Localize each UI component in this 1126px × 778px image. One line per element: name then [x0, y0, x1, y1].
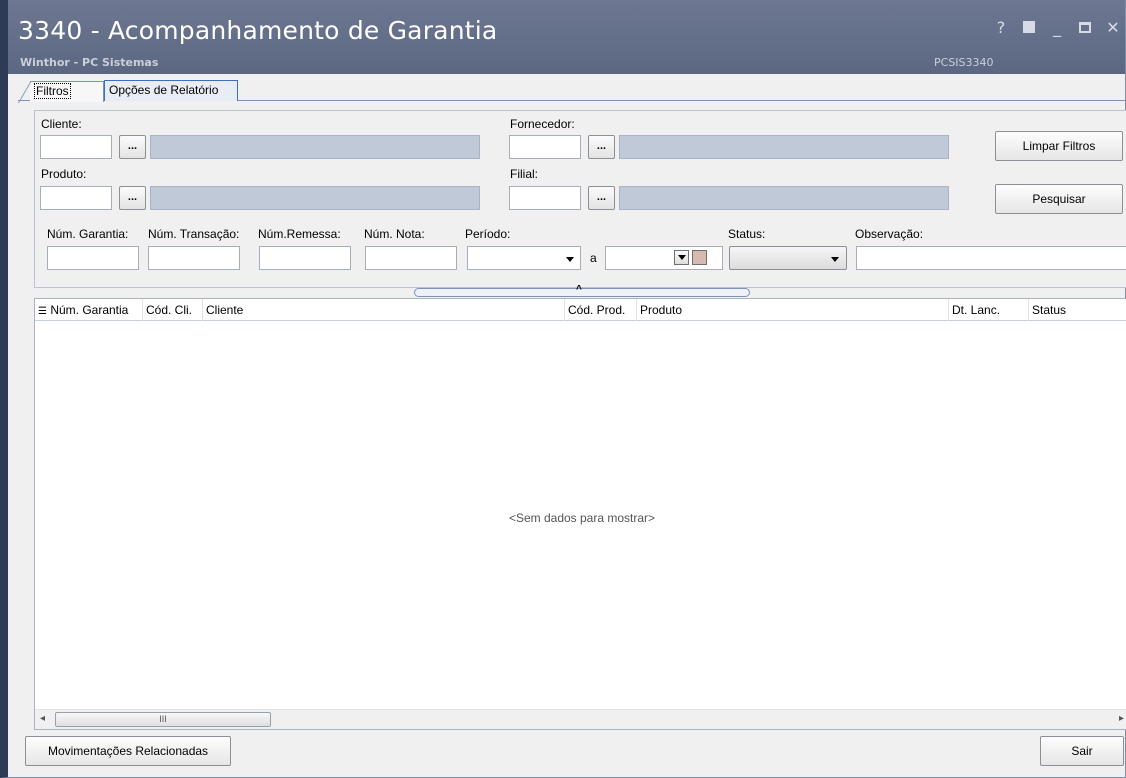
restore-icon — [1023, 21, 1035, 33]
filial-label: Filial: — [510, 167, 539, 181]
filters-panel: Cliente: ... Fornecedor: ... Limpar Filt… — [34, 110, 1126, 288]
filial-code-input[interactable] — [509, 186, 581, 210]
col-header-status[interactable]: Status — [1029, 299, 1126, 321]
cliente-label: Cliente: — [41, 117, 82, 131]
window-title: 3340 - Acompanhamento de Garantia — [18, 16, 498, 45]
scroll-right-icon[interactable]: ▸ — [1119, 713, 1124, 724]
limpar-filtros-button[interactable]: Limpar Filtros — [995, 131, 1123, 161]
help-button[interactable]: ? — [993, 20, 1009, 36]
routine-code: PCSIS3340 — [934, 56, 994, 69]
sair-button[interactable]: Sair — [1040, 736, 1124, 766]
num-garantia-label: Núm. Garantia: — [47, 227, 129, 241]
produto-search-button[interactable]: ... — [119, 186, 146, 210]
horizontal-scrollbar[interactable]: ◂ III ▸ — [35, 709, 1126, 729]
fornecedor-code-input[interactable] — [509, 135, 581, 159]
close-button[interactable]: ✕ — [1105, 20, 1121, 36]
status-label: Status: — [728, 227, 766, 241]
col-header-cod-prod[interactable]: Cód. Prod. — [565, 299, 637, 321]
minimize-button[interactable]: _ — [1049, 20, 1065, 36]
title-bar[interactable]: 3340 - Acompanhamento de Garantia Wintho… — [8, 0, 1125, 74]
scroll-left-icon[interactable]: ◂ — [40, 713, 45, 724]
status-dropdown-icon — [831, 257, 839, 262]
col-header-cliente[interactable]: Cliente — [203, 299, 565, 321]
periodo-inicio-dropdown-icon[interactable] — [566, 257, 574, 262]
cliente-name-field — [150, 135, 480, 159]
col-header-dt-lanc[interactable]: Dt. Lanc. — [949, 299, 1029, 321]
num-nota-input[interactable] — [365, 246, 457, 270]
cliente-code-input[interactable] — [40, 135, 112, 159]
num-transacao-input[interactable] — [148, 246, 240, 270]
pesquisar-button[interactable]: Pesquisar — [995, 184, 1123, 214]
empty-grid-message: <Sem dados para mostrar> — [508, 511, 656, 525]
tab-strip: Filtros Opções de Relatório — [18, 79, 1126, 102]
window-controls: ? _ ✕ — [993, 20, 1121, 36]
cliente-search-button[interactable]: ... — [119, 135, 146, 159]
num-garantia-input[interactable] — [47, 246, 139, 270]
filial-search-button[interactable]: ... — [588, 186, 615, 210]
calendar-icon[interactable] — [692, 250, 707, 265]
fornecedor-search-button[interactable]: ... — [588, 135, 615, 159]
filial-name-field — [619, 186, 949, 210]
fornecedor-name-field — [619, 135, 949, 159]
maximize-button[interactable] — [1077, 20, 1093, 36]
produto-code-input[interactable] — [40, 186, 112, 210]
col-header-cod-cli[interactable]: Cód. Cli. — [143, 299, 203, 321]
status-select[interactable] — [729, 246, 847, 270]
panel-splitter[interactable]: ^ — [414, 284, 750, 297]
tab-filtros[interactable]: Filtros — [30, 81, 104, 102]
observacao-label: Observação: — [855, 227, 924, 241]
chevron-down-icon — [678, 255, 686, 260]
num-nota-label: Núm. Nota: — [364, 227, 425, 241]
periodo-label: Período: — [465, 227, 511, 241]
grid-header: ☰ Núm. Garantia Cód. Cli. Cliente Cód. P… — [35, 299, 1126, 321]
num-remessa-input[interactable] — [259, 246, 351, 270]
periodo-fim-dropdown-button[interactable] — [674, 250, 689, 265]
collapse-caret-icon[interactable]: ^ — [576, 284, 582, 295]
restore-button[interactable] — [1021, 20, 1037, 36]
num-remessa-label: Núm.Remessa: — [258, 227, 341, 241]
results-grid[interactable]: ☰ Núm. Garantia Cód. Cli. Cliente Cód. P… — [34, 298, 1126, 730]
produto-label: Produto: — [41, 167, 87, 181]
periodo-inicio-date[interactable] — [467, 246, 581, 270]
footer-bar: Movimentações Relacionadas Sair — [8, 730, 1125, 778]
column-chooser-icon[interactable]: ☰ — [38, 306, 47, 317]
main-window: 3340 - Acompanhamento de Garantia Wintho… — [0, 0, 1126, 778]
scroll-thumb[interactable]: III — [55, 712, 271, 727]
window-subtitle: Winthor - PC Sistemas — [20, 56, 159, 69]
produto-name-field — [150, 186, 480, 210]
tab-filtros-label: Filtros — [34, 83, 71, 99]
observacao-input[interactable] — [856, 246, 1126, 270]
num-transacao-label: Núm. Transação: — [148, 227, 240, 241]
movimentacoes-relacionadas-button[interactable]: Movimentações Relacionadas — [25, 736, 231, 766]
maximize-icon — [1079, 22, 1091, 33]
periodo-fim-date[interactable] — [605, 246, 723, 270]
tab-opcoes-relatorio[interactable]: Opções de Relatório — [104, 80, 238, 101]
col-header-produto[interactable]: Produto — [637, 299, 949, 321]
fornecedor-label: Fornecedor: — [510, 117, 575, 131]
periodo-separator: a — [590, 251, 597, 265]
col-header-num-garantia[interactable]: ☰ Núm. Garantia — [35, 299, 143, 321]
